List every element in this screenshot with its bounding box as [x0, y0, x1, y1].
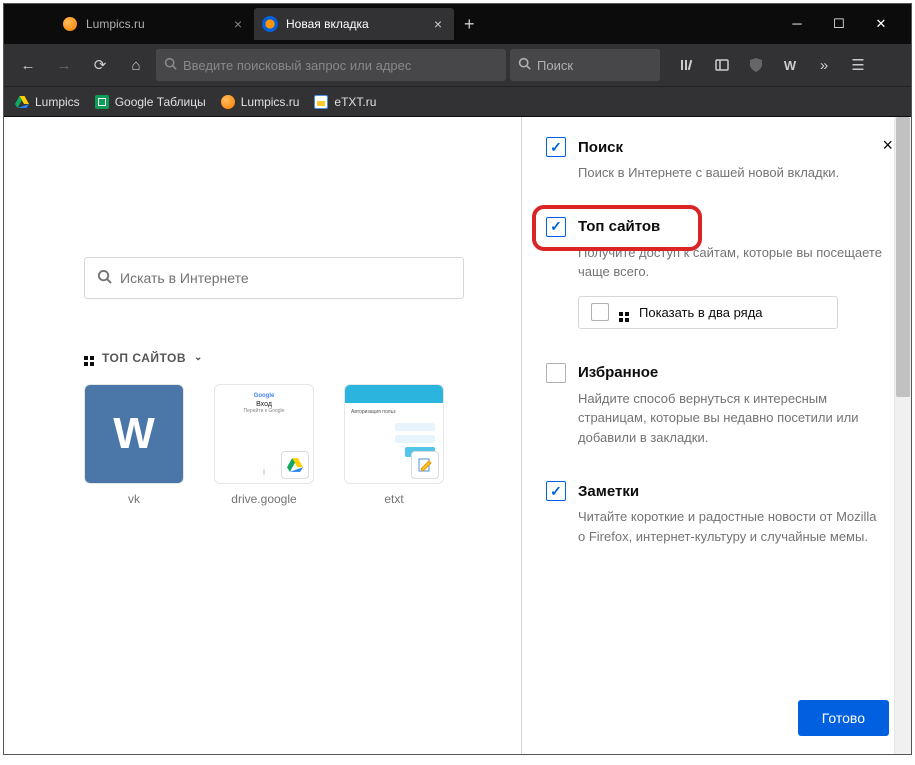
- tab-active[interactable]: Новая вкладка ×: [254, 8, 454, 40]
- topsite-label: etxt: [344, 492, 444, 506]
- content-area: Искать в Интернете ТОП САЙТОВ ⌄ W vk Goo…: [4, 117, 911, 754]
- close-tab-icon[interactable]: ×: [230, 16, 246, 32]
- topsites-heading[interactable]: ТОП САЙТОВ ⌄: [84, 349, 491, 366]
- bookmark-label: eTXT.ru: [334, 95, 376, 109]
- setting-title: Топ сайтов: [578, 218, 660, 235]
- tab-label: Lumpics.ru: [86, 17, 145, 31]
- newtab-search-input[interactable]: Искать в Интернете: [84, 257, 464, 299]
- search-icon: [164, 57, 177, 73]
- bookmark-item[interactable]: Lumpics.ru: [220, 94, 300, 110]
- setting-topsites: Топ сайтов Получите доступ к сайтам, кот…: [546, 217, 887, 329]
- searchbar-label: Поиск: [537, 58, 573, 73]
- setting-title: Заметки: [578, 483, 639, 500]
- bookmark-item[interactable]: Lumpics: [14, 94, 80, 110]
- bookmark-item[interactable]: Google Таблицы: [94, 94, 206, 110]
- etxt-icon: [313, 94, 329, 110]
- bookmark-label: Google Таблицы: [115, 95, 206, 109]
- favicon-orange-icon: [220, 94, 236, 110]
- favicon-orange-icon: [62, 16, 78, 32]
- search-icon: [518, 57, 531, 73]
- close-window-button[interactable]: ✕: [869, 16, 893, 32]
- newtab-settings-panel: × Поиск Поиск в Интернете с вашей новой …: [521, 117, 911, 754]
- forward-button[interactable]: →: [48, 49, 80, 81]
- setting-desc: Читайте короткие и радостные новости от …: [578, 507, 887, 546]
- ublock-icon[interactable]: [740, 49, 772, 81]
- sheets-icon: [94, 94, 110, 110]
- sidebar-icon[interactable]: [706, 49, 738, 81]
- topsite-thumb: Google Вход Перейти к Google: [214, 384, 314, 484]
- setting-desc: Поиск в Интернете с вашей новой вкладки.: [578, 163, 887, 183]
- topsite-thumb: W: [84, 384, 184, 484]
- checkbox-topsites[interactable]: [546, 217, 566, 237]
- setting-title: Избранное: [578, 364, 658, 381]
- scrollbar-thumb[interactable]: [896, 117, 910, 397]
- scrollbar[interactable]: [894, 117, 911, 754]
- setting-snippets: Заметки Читайте короткие и радостные нов…: [546, 481, 887, 546]
- bookmark-label: Lumpics: [35, 95, 80, 109]
- topsite-label: drive.google: [214, 492, 314, 506]
- favicon-firefox-icon: [262, 16, 278, 32]
- topsite-label: vk: [84, 492, 184, 506]
- topsite-tile-etxt[interactable]: Авторизация польз etxt: [344, 384, 444, 506]
- checkbox-highlights[interactable]: [546, 363, 566, 383]
- newtab-search-placeholder: Искать в Интернете: [120, 270, 249, 286]
- done-button[interactable]: Готово: [798, 700, 889, 736]
- tab-strip: Lumpics.ru × Новая вкладка × +: [4, 4, 485, 44]
- gdrive-icon: [14, 94, 30, 110]
- titlebar: Lumpics.ru × Новая вкладка × + ─ ☐ ✕: [4, 4, 911, 44]
- setting-desc: Получите доступ к сайтам, которые вы пос…: [578, 243, 887, 282]
- tab-inactive[interactable]: Lumpics.ru ×: [54, 8, 254, 40]
- etxt-badge-icon: [411, 451, 439, 479]
- minimize-button[interactable]: ─: [785, 16, 809, 32]
- overflow-icon[interactable]: »: [808, 49, 840, 81]
- window-controls: ─ ☐ ✕: [785, 16, 911, 32]
- library-icon[interactable]: [672, 49, 704, 81]
- topsites-grid: W vk Google Вход Перейти к Google dri: [84, 384, 491, 506]
- nav-toolbar: ← → ⟳ ⌂ Введите поисковый запрос или адр…: [4, 44, 911, 86]
- menu-icon[interactable]: ☰: [842, 49, 874, 81]
- setting-sub-label: Показать в два ряда: [639, 305, 763, 320]
- maximize-button[interactable]: ☐: [827, 16, 851, 32]
- url-bar[interactable]: Введите поисковый запрос или адрес: [156, 49, 506, 81]
- search-bar[interactable]: Поиск: [510, 49, 660, 81]
- topsite-tile-drive[interactable]: Google Вход Перейти к Google drive.googl…: [214, 384, 314, 506]
- topsites-heading-label: ТОП САЙТОВ: [102, 351, 186, 365]
- setting-desc: Найдите способ вернуться к интересным ст…: [578, 389, 887, 448]
- home-button[interactable]: ⌂: [120, 49, 152, 81]
- bookmark-item[interactable]: eTXT.ru: [313, 94, 376, 110]
- setting-sub-tworows[interactable]: Показать в два ряда: [578, 296, 838, 329]
- urlbar-placeholder: Введите поисковый запрос или адрес: [183, 58, 411, 73]
- browser-window: Lumpics.ru × Новая вкладка × + ─ ☐ ✕ ← →…: [3, 3, 912, 755]
- grid-icon: [84, 349, 94, 366]
- bookmarks-bar: Lumpics Google Таблицы Lumpics.ru eTXT.r…: [4, 86, 911, 116]
- search-icon: [97, 269, 112, 287]
- setting-highlights: Избранное Найдите способ вернуться к инт…: [546, 363, 887, 448]
- setting-title: Поиск: [578, 139, 623, 156]
- checkbox-snippets[interactable]: [546, 481, 566, 501]
- back-button[interactable]: ←: [12, 49, 44, 81]
- newtab-page: Искать в Интернете ТОП САЙТОВ ⌄ W vk Goo…: [4, 117, 521, 754]
- new-tab-button[interactable]: +: [454, 14, 485, 35]
- close-tab-icon[interactable]: ×: [430, 16, 446, 32]
- chevron-down-icon: ⌄: [194, 352, 203, 363]
- setting-search: Поиск Поиск в Интернете с вашей новой вк…: [546, 137, 887, 183]
- topsite-tile-vk[interactable]: W vk: [84, 384, 184, 506]
- checkbox-tworows[interactable]: [591, 303, 609, 321]
- gdrive-icon: [281, 451, 309, 479]
- grid-icon: [619, 303, 629, 322]
- bookmark-label: Lumpics.ru: [241, 95, 300, 109]
- topsite-thumb: Авторизация польз: [344, 384, 444, 484]
- toolbar-icons: W » ☰: [672, 49, 874, 81]
- vk-icon[interactable]: W: [774, 49, 806, 81]
- checkbox-search[interactable]: [546, 137, 566, 157]
- tab-label: Новая вкладка: [286, 17, 369, 31]
- reload-button[interactable]: ⟳: [84, 49, 116, 81]
